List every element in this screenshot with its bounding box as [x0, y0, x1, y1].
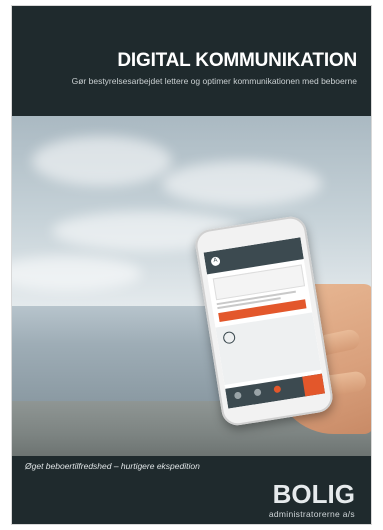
- logo-subtitle: administratorerne a/s: [268, 509, 355, 519]
- user-avatar-icon: A: [210, 256, 221, 267]
- news-icon: [222, 330, 237, 345]
- cover-subtitle: Gør bestyrelsesarbejdet lettere og optim…: [71, 76, 357, 86]
- tagline: Øget beboertilfredshed – hurtigere ekspe…: [25, 461, 200, 471]
- phone-screen: A: [203, 237, 326, 409]
- cloud: [12, 256, 142, 291]
- nav-icon: [273, 385, 282, 394]
- news-card: [215, 312, 322, 385]
- nav-active-tab: [302, 373, 326, 397]
- brochure-cover: DIGITAL KOMMUNIKATION Gør bestyrelsesarb…: [12, 6, 371, 524]
- nav-icon: [253, 388, 262, 397]
- nav-icon: [233, 391, 242, 400]
- logo-wordmark: BOLIG: [272, 479, 355, 509]
- page: DIGITAL KOMMUNIKATION Gør bestyrelsesarb…: [0, 0, 383, 530]
- cover-photo: A: [12, 116, 371, 456]
- cloud: [162, 161, 322, 206]
- cover-title: DIGITAL KOMMUNIKATION: [117, 50, 357, 71]
- cloud: [32, 136, 172, 186]
